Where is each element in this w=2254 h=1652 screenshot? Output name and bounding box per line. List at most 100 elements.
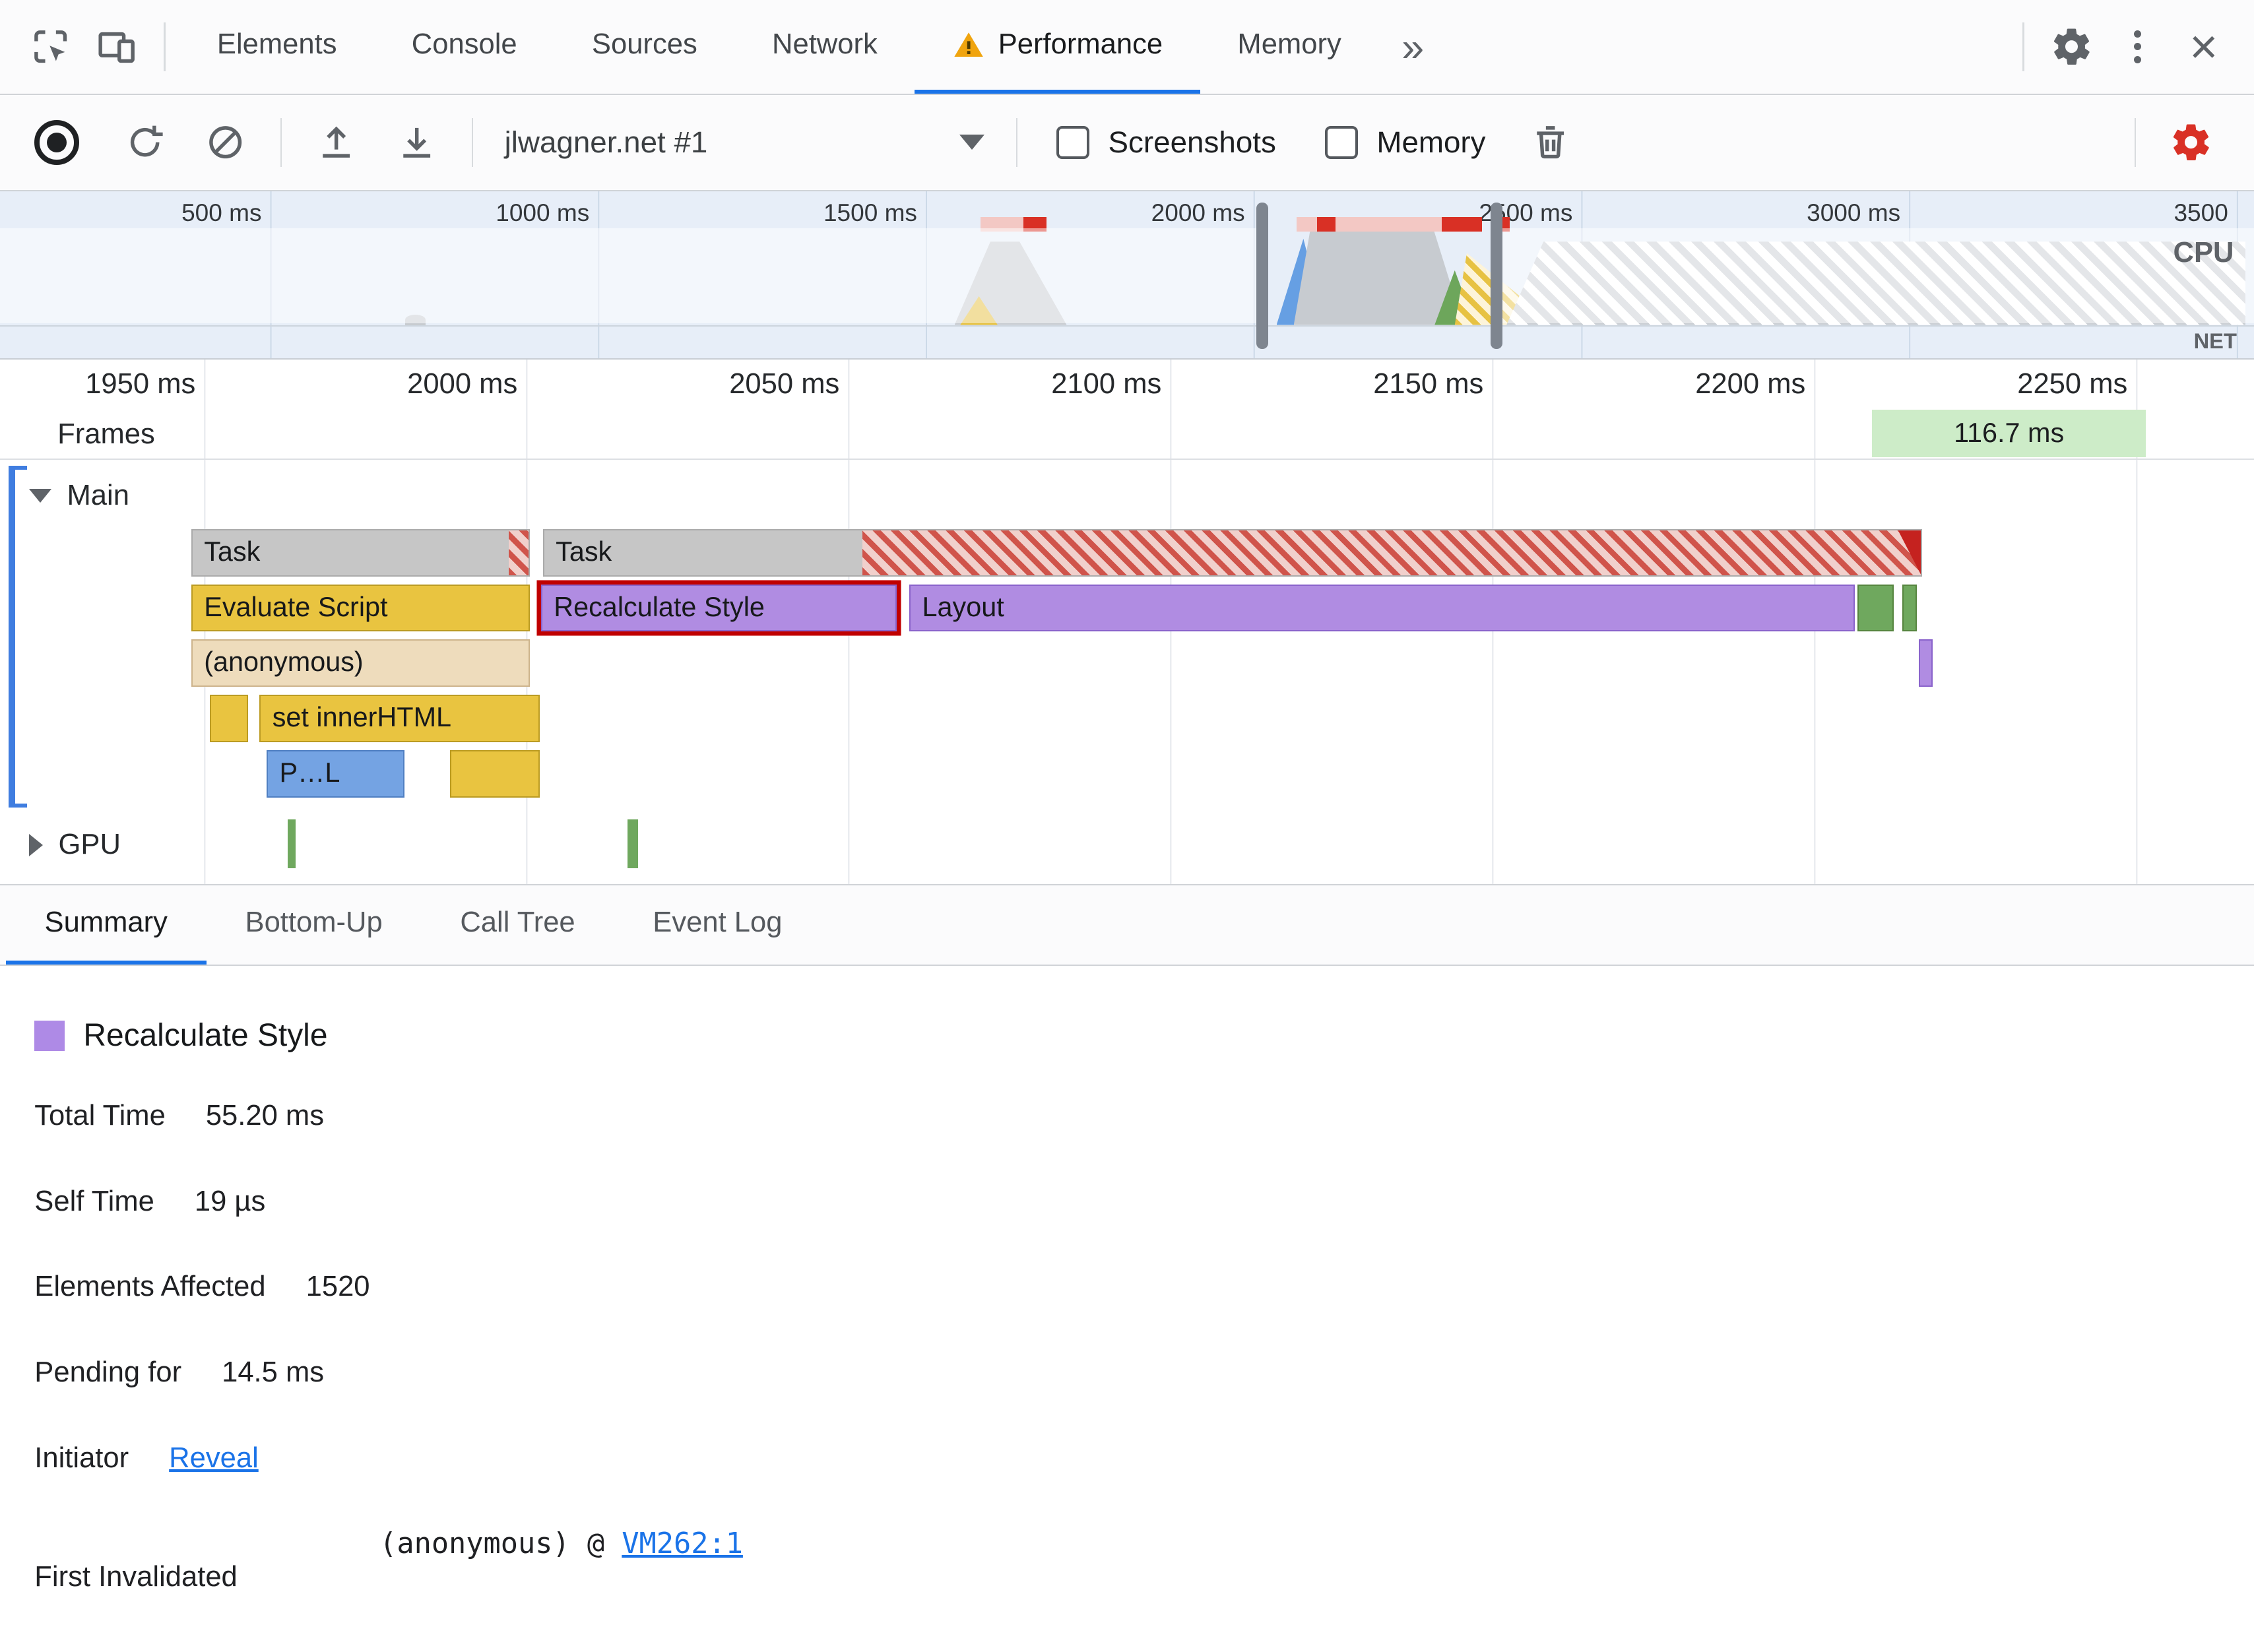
track-selection-bracket <box>9 465 28 808</box>
summary-row-value: 55.20 ms <box>205 1100 324 1132</box>
flame-bar-layout[interactable]: Layout <box>909 584 1855 632</box>
frame-duration-badge[interactable]: 116.7 ms <box>1872 409 2146 457</box>
track-label: Main <box>67 480 129 512</box>
capture-settings-icon[interactable] <box>2150 110 2231 175</box>
tab-elements[interactable]: Elements <box>179 0 374 94</box>
record-button[interactable] <box>34 119 79 165</box>
flame-bar-paint[interactable] <box>1902 584 1917 632</box>
summary-row: Self Time 19 µs <box>34 1186 2219 1218</box>
chevron-down-icon <box>959 135 985 150</box>
timeline-overview[interactable]: 500 ms 1000 ms 1500 ms 2000 ms 2500 ms 3000 m… <box>0 191 2254 360</box>
summary-title-row: Recalculate Style <box>34 1017 2219 1054</box>
divider <box>164 22 166 71</box>
delete-recording-icon[interactable] <box>1510 110 1591 175</box>
screenshots-checkbox[interactable]: Screenshots <box>1056 125 1276 160</box>
reveal-link[interactable]: Reveal <box>169 1442 259 1475</box>
tab-summary[interactable]: Summary <box>5 885 207 965</box>
overview-time-label: 2000 ms <box>1151 198 1245 226</box>
long-task-hatch <box>508 530 529 575</box>
flame-bar-label: Evaluate Script <box>204 591 388 622</box>
flame-bar-style[interactable] <box>1918 639 1933 687</box>
summary-row-value: (anonymous) @ VM262:1 <box>379 1527 743 1560</box>
tab-network[interactable]: Network <box>734 0 915 94</box>
summary-row-label: Elements Affected <box>34 1271 266 1303</box>
flame-bar-script[interactable] <box>450 750 540 798</box>
overview-time-label: 3500 <box>2174 198 2228 226</box>
ruler-label: 1950 ms <box>85 367 196 400</box>
summary-row: Pending for 14.5 ms <box>34 1356 2219 1389</box>
save-profile-icon[interactable] <box>377 110 457 175</box>
load-profile-icon[interactable] <box>296 110 377 175</box>
flame-bar-anonymous[interactable]: (anonymous) <box>191 639 531 687</box>
ruler-label: 2250 ms <box>2017 367 2128 400</box>
tab-performance[interactable]: Performance <box>915 0 1200 94</box>
selection-handle-right[interactable] <box>1491 203 1502 350</box>
gpu-activity-bar[interactable] <box>627 819 639 868</box>
checkbox-label: Screenshots <box>1108 125 1276 159</box>
clear-icon[interactable] <box>185 110 266 175</box>
flame-bar-evaluate-script[interactable]: Evaluate Script <box>191 584 531 632</box>
flame-bar-task[interactable]: Task <box>191 528 531 577</box>
ruler-label: 2150 ms <box>1373 367 1484 400</box>
frames-row-label: Frames <box>57 418 155 450</box>
summary-swatch <box>34 1021 65 1051</box>
flame-bar-label: Layout <box>922 591 1004 622</box>
summary-row-value: 1520 <box>306 1271 370 1303</box>
flame-bar-label: set innerHTML <box>272 702 452 733</box>
tab-console[interactable]: Console <box>374 0 554 94</box>
summary-row-label: Pending for <box>34 1356 182 1388</box>
ruler-label: 2050 ms <box>729 367 840 400</box>
overview-dim-right <box>1502 228 2254 324</box>
track-label: GPU <box>58 829 121 861</box>
tab-call-tree[interactable]: Call Tree <box>422 885 614 965</box>
summary-row: Elements Affected 1520 <box>34 1271 2219 1303</box>
collapse-triangle-icon[interactable] <box>28 489 51 503</box>
net-divider <box>0 325 2254 327</box>
flame-bar-label: Recalculate Style <box>554 591 765 622</box>
main-track-header[interactable]: Main <box>28 477 129 515</box>
checkbox-box <box>1056 125 1090 159</box>
flame-bar-p-l[interactable]: P…L <box>267 750 404 798</box>
gpu-activity-bar[interactable] <box>288 819 296 868</box>
close-icon[interactable]: × <box>2171 14 2237 80</box>
flame-bar-task[interactable]: Task <box>542 528 1923 577</box>
profile-select[interactable]: jlwagner.net #1 <box>493 125 996 160</box>
summary-row-label: Initiator <box>34 1442 129 1474</box>
summary-pane: Recalculate Style Total Time 55.20 ms Self… <box>0 966 2254 1652</box>
selection-handle-left[interactable] <box>1256 203 1268 350</box>
flame-bar-paint[interactable] <box>1857 584 1894 632</box>
kebab-menu-icon[interactable] <box>2104 14 2170 80</box>
inspect-icon[interactable] <box>17 14 83 80</box>
stack-frame-text: (anonymous) @ <box>379 1527 622 1561</box>
source-location-link[interactable]: VM262:1 <box>622 1527 743 1560</box>
tab-event-log[interactable]: Event Log <box>614 885 821 965</box>
memory-checkbox[interactable]: Memory <box>1324 125 1486 160</box>
overview-time-label: 1500 ms <box>823 198 917 226</box>
flame-bar-label: Task <box>556 536 612 567</box>
checkbox-label: Memory <box>1376 125 1486 159</box>
flame-bar-set-innerhtml[interactable]: set innerHTML <box>259 695 540 743</box>
settings-icon[interactable] <box>2038 14 2104 80</box>
device-toolbar-icon[interactable] <box>83 14 149 80</box>
flame-bar-recalculate-style[interactable]: Recalculate Style <box>540 584 897 632</box>
flame-bar-script[interactable] <box>210 695 248 743</box>
long-task-marker <box>1297 216 1317 232</box>
divider <box>1016 117 1018 167</box>
tab-bottom-up[interactable]: Bottom-Up <box>207 885 422 965</box>
tab-sources[interactable]: Sources <box>554 0 734 94</box>
flame-bar-label: Task <box>204 536 261 567</box>
summary-row-value: 19 µs <box>194 1185 266 1217</box>
summary-row-label: Self Time <box>34 1185 154 1217</box>
expand-triangle-icon[interactable] <box>28 833 43 856</box>
long-task-marker <box>1316 216 1336 232</box>
ruler-label: 2000 ms <box>407 367 518 400</box>
overview-time-label: 1000 ms <box>496 198 590 226</box>
divider <box>471 117 473 167</box>
more-tabs-icon[interactable]: » <box>1378 24 1447 70</box>
reload-and-record-button[interactable] <box>105 110 185 175</box>
divider <box>280 117 282 167</box>
tab-memory[interactable]: Memory <box>1200 0 1379 94</box>
summary-row: First Invalidated (anonymous) @ VM262:1 <box>34 1527 2219 1593</box>
gpu-track-header[interactable]: GPU <box>28 827 121 864</box>
tab-label: Elements <box>216 28 337 61</box>
